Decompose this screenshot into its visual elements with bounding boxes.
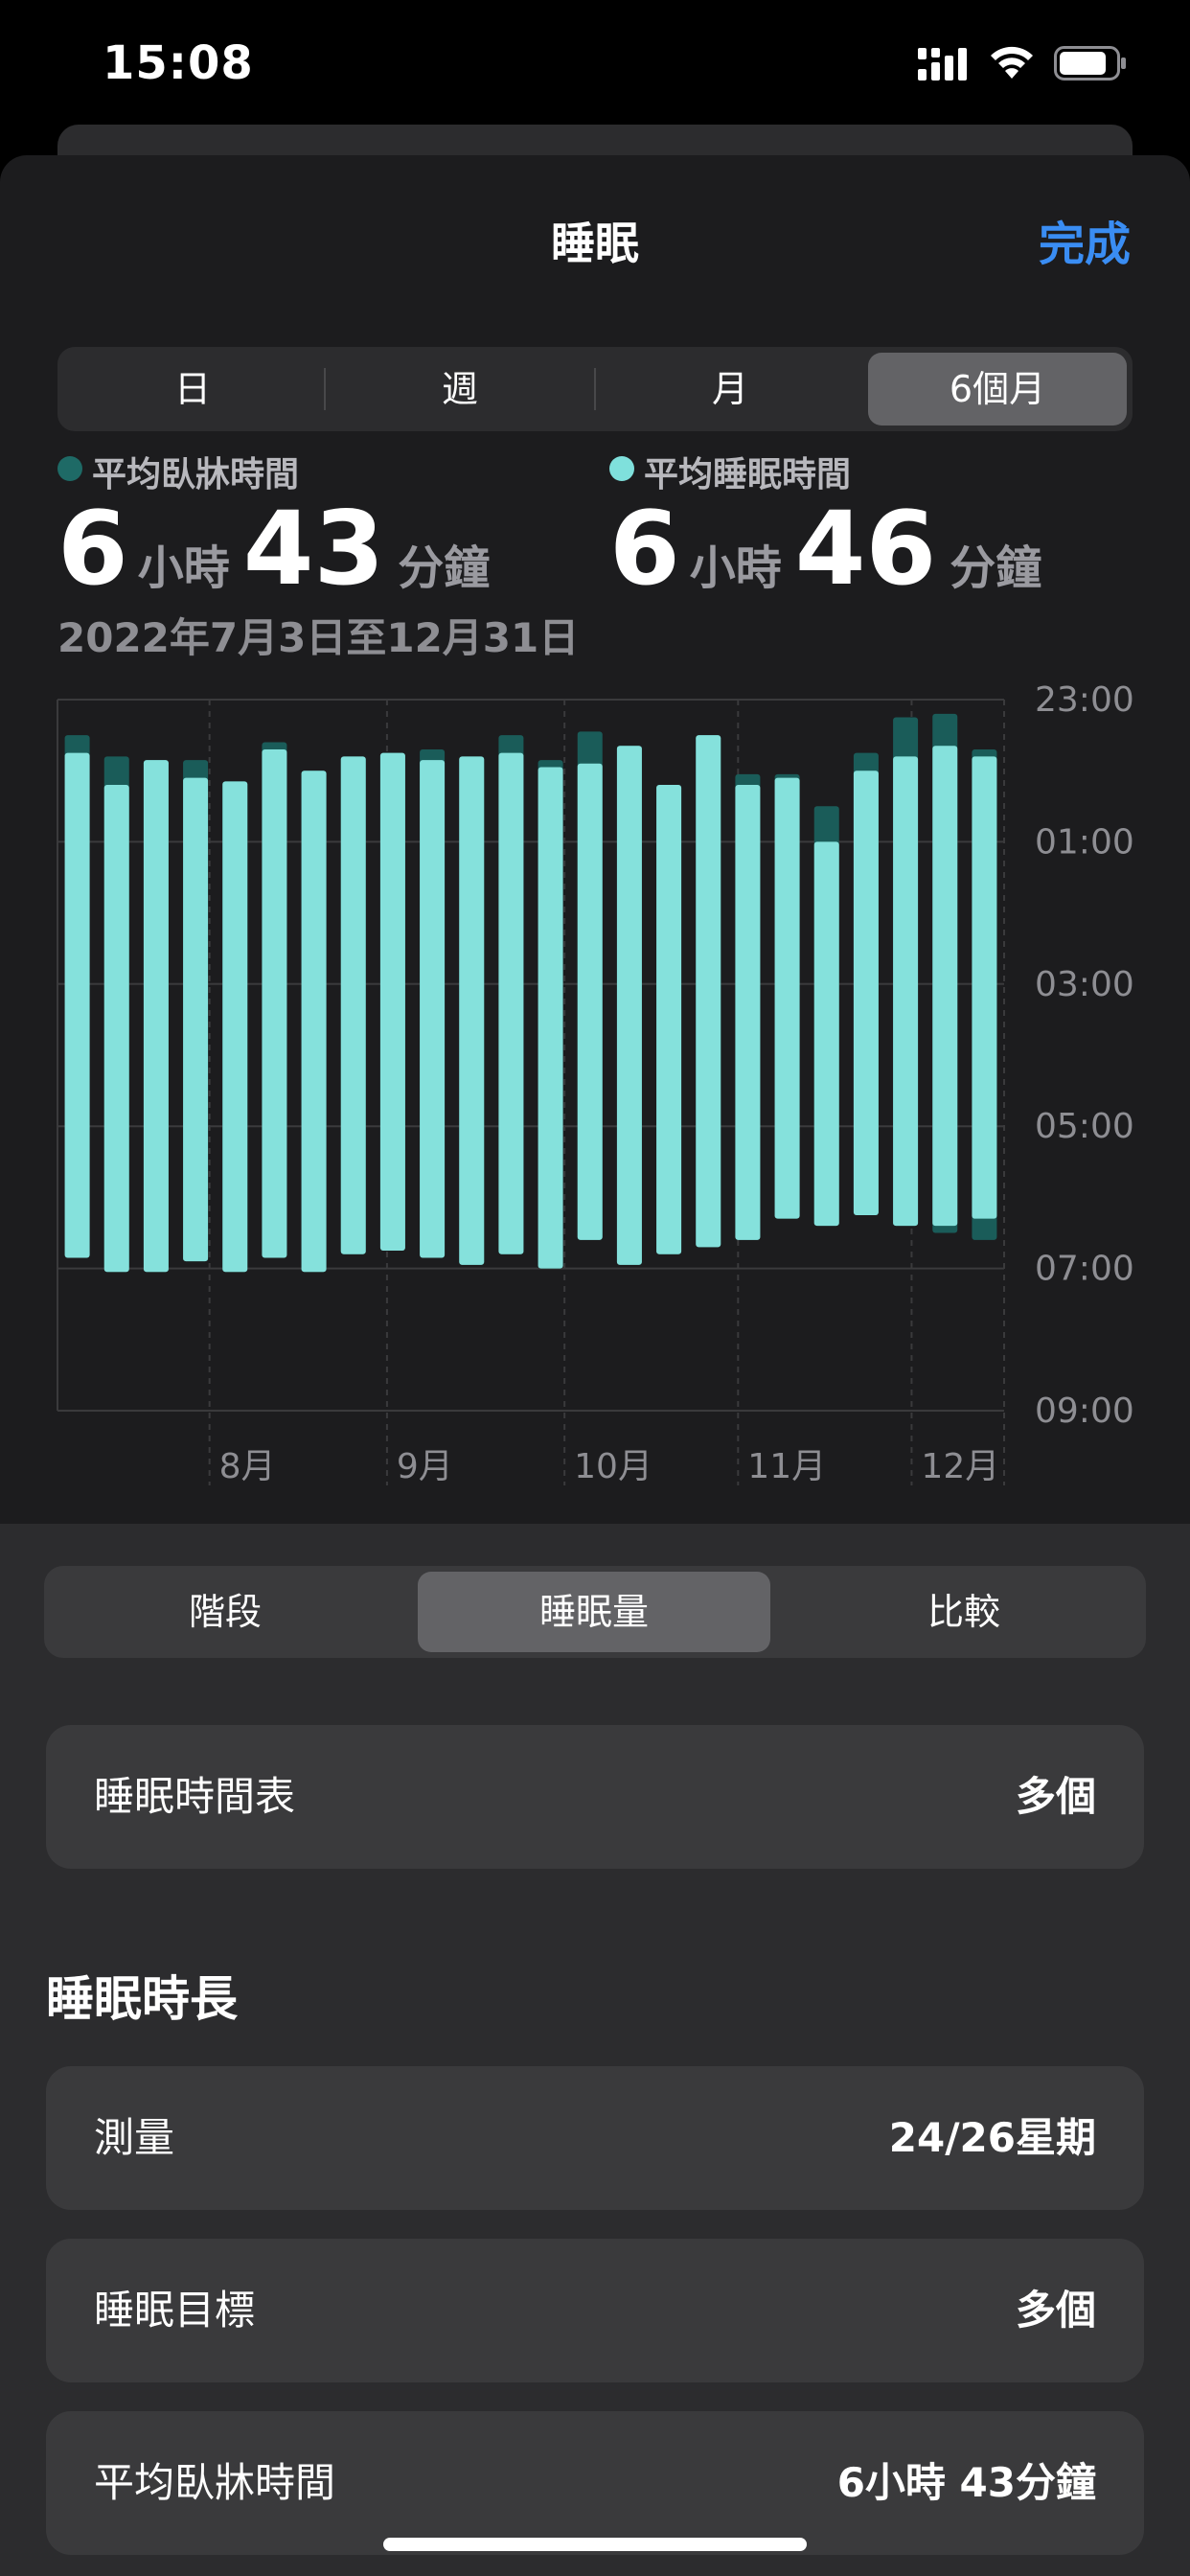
asleep-bar — [616, 746, 642, 1265]
hours-unit: 小時 — [689, 541, 782, 595]
asleep-bar — [459, 756, 485, 1265]
asleep-bar — [538, 767, 563, 1269]
wifi-icon — [991, 46, 1033, 79]
avg-asleep-minutes: 46 — [794, 490, 937, 608]
asleep-bar — [420, 760, 446, 1258]
asleep-bar — [893, 756, 919, 1227]
asleep-bar — [853, 770, 879, 1215]
avg-in-bed-row[interactable]: 平均臥牀時間 6小時 43分鐘 — [46, 2411, 1144, 2555]
view-segmented-control: 階段 睡眠量 比較 — [44, 1566, 1146, 1658]
measurements-row[interactable]: 測量 24/26星期 — [46, 2066, 1144, 2210]
asleep-legend-dot — [609, 456, 634, 481]
row-value: 24/26星期 — [888, 2114, 1096, 2161]
tab-day[interactable]: 日 — [65, 347, 320, 431]
avg-asleep-value: 6 小時 46 分鐘 — [609, 498, 1041, 600]
row-value: 多個 — [1015, 2287, 1096, 2334]
asleep-bar — [498, 752, 524, 1254]
cellular-signal-icon — [918, 48, 967, 80]
done-button[interactable]: 完成 — [1039, 206, 1131, 273]
x-tick-label: 12月 — [921, 1447, 999, 1486]
asleep-bar — [379, 752, 405, 1252]
x-tick-label: 8月 — [219, 1447, 276, 1486]
status-time: 15:08 — [103, 36, 254, 90]
tab-month[interactable]: 月 — [598, 347, 862, 431]
tab-compare[interactable]: 比較 — [788, 1566, 1140, 1658]
avg-in-bed-minutes: 43 — [242, 490, 385, 608]
y-tick-label: 09:00 — [1035, 1392, 1134, 1431]
asleep-bar — [972, 756, 997, 1219]
segment-divider — [594, 368, 596, 410]
tab-6-months[interactable]: 6個月 — [868, 353, 1127, 426]
y-tick-label: 07:00 — [1035, 1250, 1134, 1289]
x-tick-label: 10月 — [574, 1447, 652, 1486]
minutes-unit: 分鐘 — [398, 541, 491, 595]
asleep-bar — [262, 748, 287, 1258]
row-label: 測量 — [94, 2114, 175, 2161]
tab-week[interactable]: 週 — [328, 347, 592, 431]
asleep-bar — [735, 785, 761, 1240]
row-label: 平均臥牀時間 — [94, 2459, 336, 2506]
segment-divider — [324, 368, 326, 410]
asleep-bar — [577, 763, 603, 1240]
avg-in-bed-hours: 6 — [57, 490, 128, 608]
y-tick-label: 23:00 — [1035, 680, 1134, 720]
asleep-bar — [183, 777, 209, 1262]
hours-unit: 小時 — [137, 541, 230, 595]
range-segmented-control: 日 週 月 6個月 — [57, 347, 1133, 431]
asleep-bar — [64, 752, 90, 1258]
row-label: 睡眠時間表 — [94, 1773, 296, 1820]
row-label: 睡眠目標 — [94, 2287, 256, 2334]
asleep-bar — [813, 841, 839, 1227]
asleep-bar — [301, 770, 327, 1273]
asleep-bar — [932, 746, 958, 1227]
asleep-bar — [774, 777, 800, 1219]
row-value: 多個 — [1015, 1773, 1096, 1820]
minutes-unit: 分鐘 — [950, 541, 1042, 595]
y-tick-label: 05:00 — [1035, 1107, 1134, 1146]
asleep-bar — [222, 781, 248, 1273]
asleep-bar — [340, 756, 366, 1254]
sleep-schedule-row[interactable]: 睡眠時間表 多個 — [46, 1725, 1144, 1869]
home-indicator — [383, 2538, 807, 2551]
avg-asleep-hours: 6 — [609, 490, 680, 608]
asleep-bar — [103, 785, 129, 1273]
x-tick-label: 9月 — [397, 1447, 453, 1486]
row-value: 6小時 43分鐘 — [836, 2459, 1096, 2506]
sleep-chart[interactable]: 23:00 01:00 03:00 05:00 07:00 09:00 8月 9月 10月 11月… — [0, 671, 1190, 1514]
avg-in-bed-value: 6 小時 43 分鐘 — [57, 498, 490, 600]
y-tick-label: 03:00 — [1035, 965, 1134, 1004]
section-title: 睡眠時長 — [46, 1971, 238, 2027]
in-bed-legend-dot — [57, 456, 82, 481]
x-tick-label: 11月 — [747, 1447, 826, 1486]
page-title: 睡眠 — [551, 218, 639, 269]
battery-icon — [1054, 46, 1126, 80]
tab-amount[interactable]: 睡眠量 — [418, 1572, 770, 1652]
sleep-goal-row[interactable]: 睡眠目標 多個 — [46, 2239, 1144, 2382]
date-range: 2022年7月3日至12月31日 — [57, 614, 580, 661]
asleep-bar — [143, 760, 169, 1273]
asleep-bar — [656, 785, 682, 1254]
tab-stages[interactable]: 階段 — [50, 1566, 400, 1658]
y-tick-label: 01:00 — [1035, 822, 1134, 862]
asleep-bar — [696, 735, 721, 1248]
